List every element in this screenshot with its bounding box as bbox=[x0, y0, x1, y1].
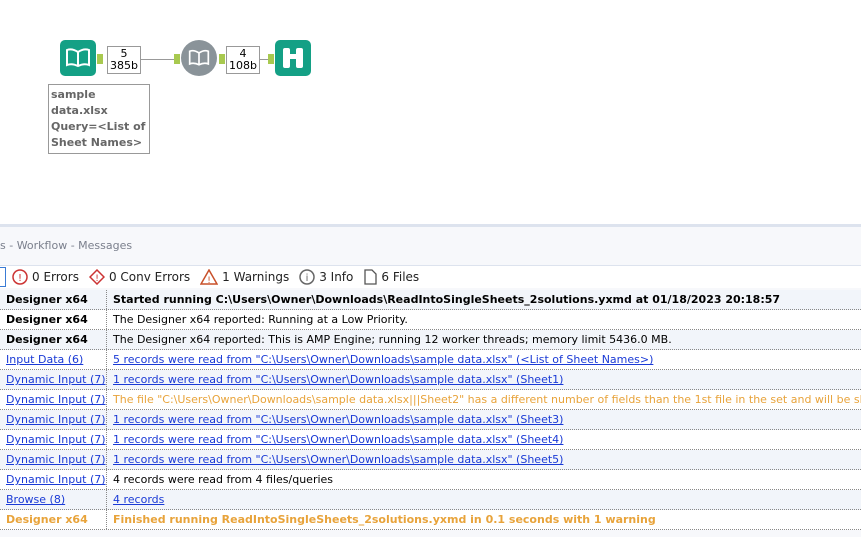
message-source[interactable]: Input Data (6) bbox=[0, 350, 107, 369]
messages-table: Designer x64 Started running C:\Users\Own… bbox=[0, 290, 861, 530]
input-anchor[interactable] bbox=[268, 54, 274, 64]
message-source[interactable]: Dynamic Input (7) bbox=[0, 390, 107, 409]
connection-badge-1: 5 385b bbox=[107, 46, 141, 74]
message-row: Dynamic Input (7) 1 records were read fro… bbox=[0, 410, 861, 430]
message-row: Dynamic Input (7) 1 records were read fro… bbox=[0, 370, 861, 390]
svg-text:!: ! bbox=[95, 274, 99, 284]
file-icon bbox=[364, 269, 378, 285]
message-source: Designer x64 bbox=[0, 310, 107, 329]
workflow-canvas[interactable]: 5 385b 4 108b sample data.xlsx Query=<List … bbox=[0, 0, 861, 224]
message-row: Dynamic Input (7) 1 records were read fro… bbox=[0, 430, 861, 450]
info-icon: i bbox=[299, 269, 315, 285]
dynamic-input-tool[interactable] bbox=[181, 40, 217, 76]
filter-errors[interactable]: ! 0 Errors bbox=[12, 269, 79, 285]
message-row: Dynamic Input (7) 4 records were read fro… bbox=[0, 470, 861, 490]
svg-text:!: ! bbox=[18, 273, 22, 284]
message-text: The file "C:\Users\Owner\Downloads\sampl… bbox=[113, 393, 861, 406]
message-source[interactable]: Dynamic Input (7) bbox=[0, 430, 107, 449]
message-text: The Designer x64 reported: This is AMP E… bbox=[113, 333, 672, 346]
message-text: The Designer x64 reported: Running at a … bbox=[113, 313, 408, 326]
message-text[interactable]: 4 records bbox=[107, 490, 861, 509]
message-row: Dynamic Input (7) The file "C:\Users\Owne… bbox=[0, 390, 861, 410]
filter-files[interactable]: 6 Files bbox=[363, 269, 419, 285]
message-source[interactable]: Dynamic Input (7) bbox=[0, 410, 107, 429]
message-text[interactable]: 5 records were read from "C:\Users\Owner… bbox=[107, 350, 861, 369]
conv-error-icon: ! bbox=[88, 269, 105, 285]
all-filter-button[interactable] bbox=[0, 267, 6, 287]
browse-tool[interactable] bbox=[275, 40, 311, 76]
error-icon: ! bbox=[12, 269, 28, 285]
output-anchor[interactable] bbox=[219, 54, 225, 64]
connection-line[interactable] bbox=[141, 59, 175, 60]
input-anchor[interactable] bbox=[174, 54, 180, 64]
warning-icon: ! bbox=[200, 269, 219, 285]
message-row: Designer x64 The Designer x64 reported: T… bbox=[0, 330, 861, 350]
message-text[interactable]: 1 records were read from "C:\Users\Owner… bbox=[107, 450, 861, 469]
message-row: Designer x64 Finished running ReadIntoSin… bbox=[0, 510, 861, 530]
tool-annotation: sample data.xlsx Query=<List of Sheet Name… bbox=[48, 84, 150, 154]
svg-text:i: i bbox=[306, 273, 309, 284]
message-source[interactable]: Dynamic Input (7) bbox=[0, 370, 107, 389]
filter-warnings[interactable]: ! 1 Warnings bbox=[200, 269, 289, 285]
message-source: Designer x64 bbox=[0, 510, 107, 529]
message-row: Browse (8) 4 records bbox=[0, 490, 861, 510]
message-row: Designer x64 The Designer x64 reported: R… bbox=[0, 310, 861, 330]
message-text: 4 records were read from 4 files/queries bbox=[113, 473, 334, 486]
message-text[interactable]: 1 records were read from "C:\Users\Owner… bbox=[107, 370, 861, 389]
message-source: Designer x64 bbox=[0, 330, 107, 349]
connection-badge-2: 4 108b bbox=[226, 46, 260, 74]
filter-conv-errors[interactable]: ! 0 Conv Errors bbox=[88, 269, 190, 285]
message-text[interactable]: 1 records were read from "C:\Users\Owner… bbox=[107, 410, 861, 429]
input-data-tool[interactable] bbox=[60, 40, 96, 76]
book-icon bbox=[66, 48, 90, 68]
message-filters: ! 0 Errors ! 0 Conv Errors ! 1 Warnings i3 … bbox=[0, 265, 861, 288]
message-source[interactable]: Dynamic Input (7) bbox=[0, 470, 107, 489]
message-text: Finished running ReadIntoSingleSheets_2s… bbox=[113, 513, 656, 526]
message-text: Started running C:\Users\Owner\Downloads… bbox=[113, 293, 781, 306]
message-source: Designer x64 bbox=[0, 290, 107, 309]
message-source[interactable]: Browse (8) bbox=[0, 490, 107, 509]
binoculars-icon bbox=[283, 48, 303, 68]
message-row: Input Data (6) 5 records were read from "… bbox=[0, 350, 861, 370]
message-row: Designer x64 Started running C:\Users\Own… bbox=[0, 290, 861, 310]
filter-info[interactable]: i3 Info bbox=[299, 269, 353, 285]
book-gear-icon bbox=[188, 49, 210, 66]
results-panel: s - Workflow - Messages ! 0 Errors ! 0 Con… bbox=[0, 224, 861, 537]
output-anchor[interactable] bbox=[97, 54, 103, 64]
message-text[interactable]: 1 records were read from "C:\Users\Owner… bbox=[107, 430, 861, 449]
message-source[interactable]: Dynamic Input (7) bbox=[0, 450, 107, 469]
svg-text:!: ! bbox=[207, 276, 211, 285]
panel-title: s - Workflow - Messages bbox=[0, 239, 133, 252]
message-row: Dynamic Input (7) 1 records were read fro… bbox=[0, 450, 861, 470]
